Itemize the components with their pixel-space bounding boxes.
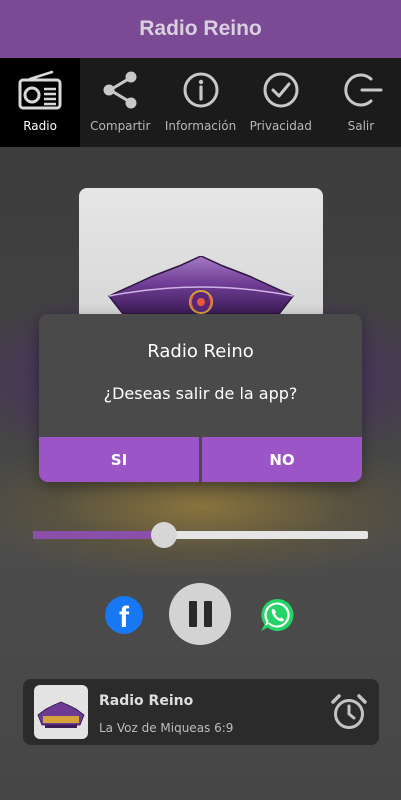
- dialog-no-button[interactable]: NO: [202, 437, 362, 482]
- dialog-yes-button[interactable]: SI: [39, 437, 199, 482]
- dialog-message: ¿Deseas salir de la app?: [103, 384, 298, 403]
- exit-confirm-dialog: Radio Reino ¿Deseas salir de la app? SI …: [39, 314, 362, 482]
- dialog-buttons: SI NO: [39, 437, 362, 482]
- dialog-title: Radio Reino: [147, 341, 254, 362]
